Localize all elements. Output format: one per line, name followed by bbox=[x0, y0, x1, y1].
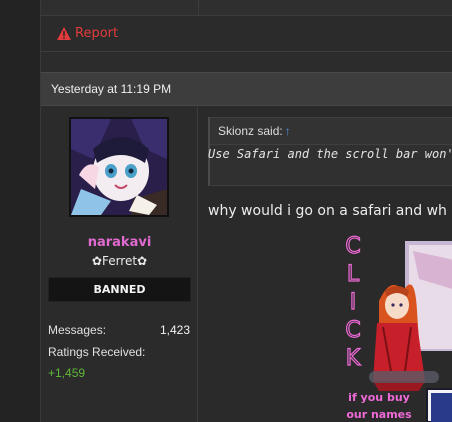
user-title: ✿Ferret✿ bbox=[91, 254, 148, 268]
warning-icon bbox=[57, 27, 71, 40]
banner-letter: C bbox=[345, 318, 360, 343]
quote-header: Skionz said: ↑ bbox=[210, 118, 452, 145]
report-button[interactable]: Report bbox=[57, 26, 118, 41]
avatar[interactable] bbox=[69, 117, 169, 217]
post-date[interactable]: Yesterday at 11:19 PM bbox=[51, 82, 171, 96]
banner-caption: our names bbox=[346, 408, 412, 421]
username[interactable]: narakavi bbox=[41, 235, 198, 250]
user-info-panel: narakavi ✿Ferret✿ BANNED Messages: 1,423… bbox=[41, 106, 198, 422]
message-content: Skionz said: ↑ Use Safari and the scroll … bbox=[199, 106, 452, 422]
previous-post-bottom bbox=[41, 0, 452, 16]
quote-author: Skionz said: bbox=[218, 124, 283, 138]
ratings-label: Ratings Received: bbox=[48, 345, 146, 359]
message-text: why would i go on a safari and wh bbox=[208, 203, 447, 219]
banner-caption: if you buy bbox=[348, 391, 410, 404]
post-header: Yesterday at 11:19 PM bbox=[41, 72, 452, 106]
messages-count[interactable]: 1,423 bbox=[160, 323, 190, 337]
avatar-image bbox=[71, 119, 167, 215]
banner-letter: I bbox=[350, 290, 357, 315]
quote-text: Use Safari and the scroll bar won't bbox=[208, 147, 452, 161]
ratings-value: +1,459 bbox=[48, 366, 86, 380]
divider bbox=[198, 0, 199, 16]
banner-letter: C bbox=[345, 234, 360, 259]
messages-label: Messages: bbox=[48, 323, 107, 337]
quote-jump-icon[interactable]: ↑ bbox=[285, 124, 291, 138]
banner-letter: K bbox=[346, 346, 361, 371]
signature-banner[interactable]: C L I C K if you buy our names bbox=[339, 231, 452, 422]
banned-badge: BANNED bbox=[48, 277, 191, 302]
banner-letter: L bbox=[347, 262, 360, 287]
report-label: Report bbox=[75, 26, 119, 41]
post: Yesterday at 11:19 PM narakavi ✿Ferret✿ … bbox=[41, 72, 452, 422]
banner-bar bbox=[369, 371, 439, 383]
previous-post-footer: Report bbox=[41, 16, 452, 52]
